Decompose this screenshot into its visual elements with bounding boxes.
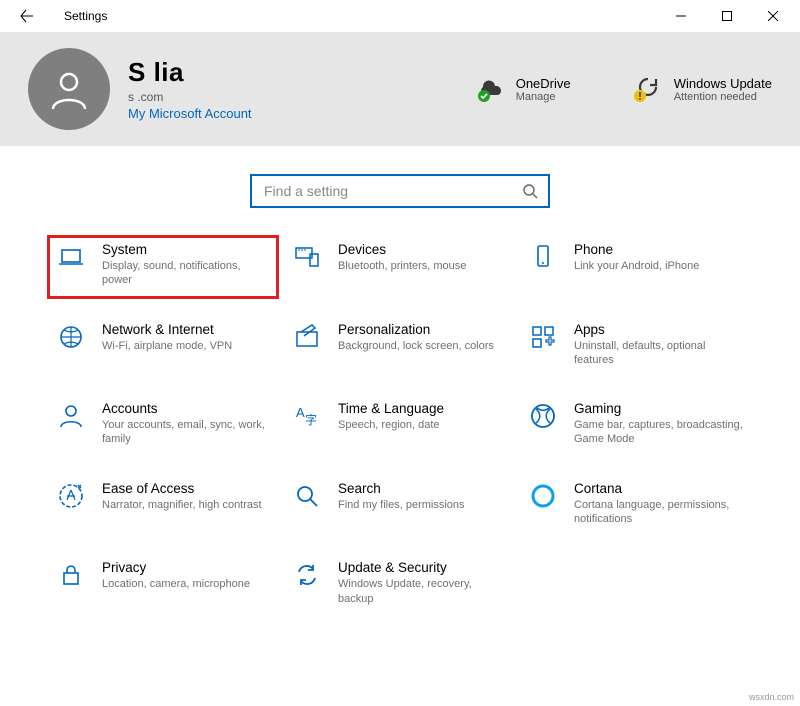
category-title: Cortana — [574, 481, 744, 496]
category-desc: Cortana language, permissions, notificat… — [574, 498, 744, 527]
account-banner: S lia s .com My Microsoft Account OneDri… — [0, 32, 800, 146]
apps-icon — [528, 322, 558, 352]
category-desc: Narrator, magnifier, high contrast — [102, 498, 262, 512]
ms-account-link[interactable]: My Microsoft Account — [128, 106, 348, 121]
globe-icon — [56, 322, 86, 352]
category-title: Time & Language — [338, 401, 444, 416]
category-search[interactable]: Search Find my files, permissions — [292, 481, 508, 527]
laptop-icon — [56, 242, 86, 272]
update-label: Windows Update — [674, 76, 772, 91]
user-block: S lia s .com My Microsoft Account — [128, 57, 348, 121]
category-desc: Bluetooth, printers, mouse — [338, 259, 466, 273]
onedrive-sub: Manage — [516, 91, 571, 103]
back-button[interactable] — [4, 0, 50, 32]
svg-text:字: 字 — [305, 412, 317, 427]
category-title: Personalization — [338, 322, 494, 337]
category-devices[interactable]: Devices Bluetooth, printers, mouse — [292, 242, 508, 288]
category-desc: Windows Update, recovery, backup — [338, 577, 508, 606]
language-icon: A字 — [292, 401, 322, 431]
category-title: Gaming — [574, 401, 744, 416]
category-grid: System Display, sound, notifications, pow… — [0, 226, 800, 618]
category-title: Accounts — [102, 401, 272, 416]
close-button[interactable] — [750, 0, 796, 32]
user-email: s .com — [128, 90, 348, 104]
category-update[interactable]: Update & Security Windows Update, recover… — [292, 560, 508, 606]
paint-icon — [292, 322, 322, 352]
phone-icon — [528, 242, 558, 272]
maximize-button[interactable] — [704, 0, 750, 32]
category-privacy[interactable]: Privacy Location, camera, microphone — [56, 560, 272, 606]
lock-icon — [56, 560, 86, 590]
avatar[interactable] — [28, 48, 110, 130]
maximize-icon — [722, 11, 732, 21]
onedrive-label: OneDrive — [516, 76, 571, 91]
ease-icon — [56, 481, 86, 511]
sync-icon — [292, 560, 322, 590]
category-title: Update & Security — [338, 560, 508, 575]
xbox-icon — [528, 401, 558, 431]
category-desc: Uninstall, defaults, optional features — [574, 339, 744, 368]
category-title: Ease of Access — [102, 481, 262, 496]
category-gaming[interactable]: Gaming Game bar, captures, broadcasting, … — [528, 401, 744, 447]
update-sub: Attention needed — [674, 91, 772, 103]
category-title: Apps — [574, 322, 744, 337]
window-title: Settings — [64, 9, 107, 23]
titlebar: Settings — [0, 0, 800, 32]
category-cortana[interactable]: Cortana Cortana language, permissions, no… — [528, 481, 744, 527]
category-desc: Speech, region, date — [338, 418, 444, 432]
svg-text:A: A — [296, 405, 305, 420]
category-title: Network & Internet — [102, 322, 232, 337]
close-icon — [768, 11, 778, 21]
search-box[interactable] — [250, 174, 550, 208]
category-desc: Find my files, permissions — [338, 498, 465, 512]
category-phone[interactable]: Phone Link your Android, iPhone — [528, 242, 744, 288]
devices-icon — [292, 242, 322, 272]
category-apps[interactable]: Apps Uninstall, defaults, optional featur… — [528, 322, 744, 368]
user-name: S lia — [128, 57, 348, 88]
category-desc: Link your Android, iPhone — [574, 259, 699, 273]
category-title: Phone — [574, 242, 699, 257]
update-icon — [632, 75, 664, 103]
category-title: Search — [338, 481, 465, 496]
onedrive-cloud-icon — [474, 75, 506, 103]
category-desc: Background, lock screen, colors — [338, 339, 494, 353]
category-accounts[interactable]: Accounts Your accounts, email, sync, work… — [56, 401, 272, 447]
category-personalization[interactable]: Personalization Background, lock screen, … — [292, 322, 508, 368]
search-wrap — [0, 174, 800, 208]
category-title: Devices — [338, 242, 466, 257]
category-desc: Display, sound, notifications, power — [102, 259, 272, 288]
category-desc: Location, camera, microphone — [102, 577, 250, 591]
category-network[interactable]: Network & Internet Wi-Fi, airplane mode, … — [56, 322, 272, 368]
onedrive-tile[interactable]: OneDrive Manage — [474, 75, 614, 103]
arrow-left-icon — [20, 9, 34, 23]
search-icon — [522, 183, 538, 199]
search-input[interactable] — [262, 182, 514, 200]
category-title: System — [102, 242, 272, 257]
windows-update-tile[interactable]: Windows Update Attention needed — [632, 75, 772, 103]
category-title: Privacy — [102, 560, 250, 575]
minimize-button[interactable] — [658, 0, 704, 32]
category-desc: Game bar, captures, broadcasting, Game M… — [574, 418, 744, 447]
watermark: wsxdn.com — [749, 692, 794, 702]
person-icon — [47, 67, 91, 111]
category-desc: Your accounts, email, sync, work, family — [102, 418, 272, 447]
person-icon — [56, 401, 86, 431]
minimize-icon — [676, 11, 686, 21]
category-desc: Wi-Fi, airplane mode, VPN — [102, 339, 232, 353]
cortana-icon — [528, 481, 558, 511]
category-ease[interactable]: Ease of Access Narrator, magnifier, high … — [56, 481, 272, 527]
category-system[interactable]: System Display, sound, notifications, pow… — [48, 236, 278, 298]
search-icon — [292, 481, 322, 511]
category-time[interactable]: A字 Time & Language Speech, region, date — [292, 401, 508, 447]
